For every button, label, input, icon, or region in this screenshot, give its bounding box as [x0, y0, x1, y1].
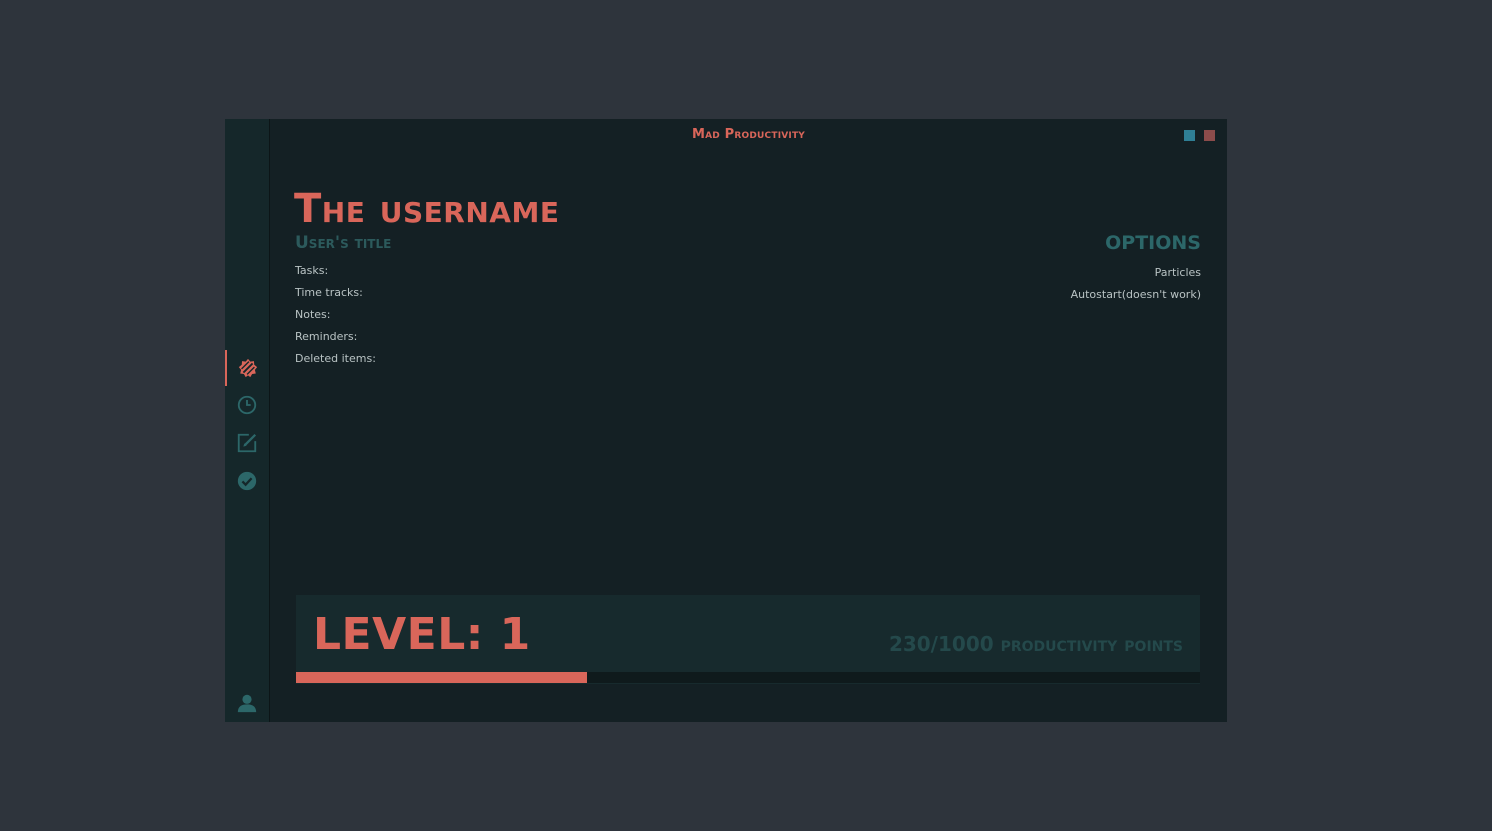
stat-notes: Notes: — [295, 308, 331, 321]
sidebar — [225, 119, 270, 722]
medal-icon — [238, 358, 258, 378]
user-title: User's title — [295, 233, 392, 253]
option-autostart[interactable]: Autostart(doesn't work) — [1071, 287, 1201, 309]
level-label: LEVEL: 1 — [313, 609, 531, 660]
options-list: Particles Autostart(doesn't work) — [1071, 265, 1201, 309]
close-button[interactable] — [1204, 130, 1215, 141]
productivity-points: 230/1000 productivity points — [888, 632, 1183, 656]
check-circle-icon — [237, 471, 257, 491]
level-progress-fill — [296, 672, 588, 683]
clock-icon — [237, 395, 257, 415]
sidebar-item-account[interactable] — [225, 685, 269, 721]
stats-list: Tasks: Time tracks: Notes: Reminders: De… — [295, 263, 376, 373]
window-title: Mad Productivity — [691, 127, 806, 142]
level-panel: LEVEL: 1 230/1000 productivity points — [296, 595, 1200, 684]
minimize-button[interactable] — [1184, 130, 1195, 141]
stat-reminders: Reminders: — [295, 330, 358, 343]
edit-icon — [237, 433, 257, 453]
options-heading: OPTIONS — [1105, 232, 1201, 254]
option-particles[interactable]: Particles — [1071, 265, 1201, 287]
user-icon — [237, 694, 257, 713]
stat-time-tracks: Time tracks: — [295, 286, 363, 299]
sidebar-item-time-tracking[interactable] — [225, 387, 269, 423]
sidebar-item-profile[interactable] — [225, 350, 269, 386]
level-progress-bar — [296, 672, 1200, 683]
stat-deleted-items: Deleted items: — [295, 352, 376, 365]
username-heading: The username — [294, 186, 560, 232]
sidebar-item-notes[interactable] — [225, 425, 269, 461]
sidebar-item-tasks[interactable] — [225, 463, 269, 499]
app-window: Mad Productivity The username User's tit… — [225, 119, 1227, 722]
stat-tasks: Tasks: — [295, 264, 329, 277]
